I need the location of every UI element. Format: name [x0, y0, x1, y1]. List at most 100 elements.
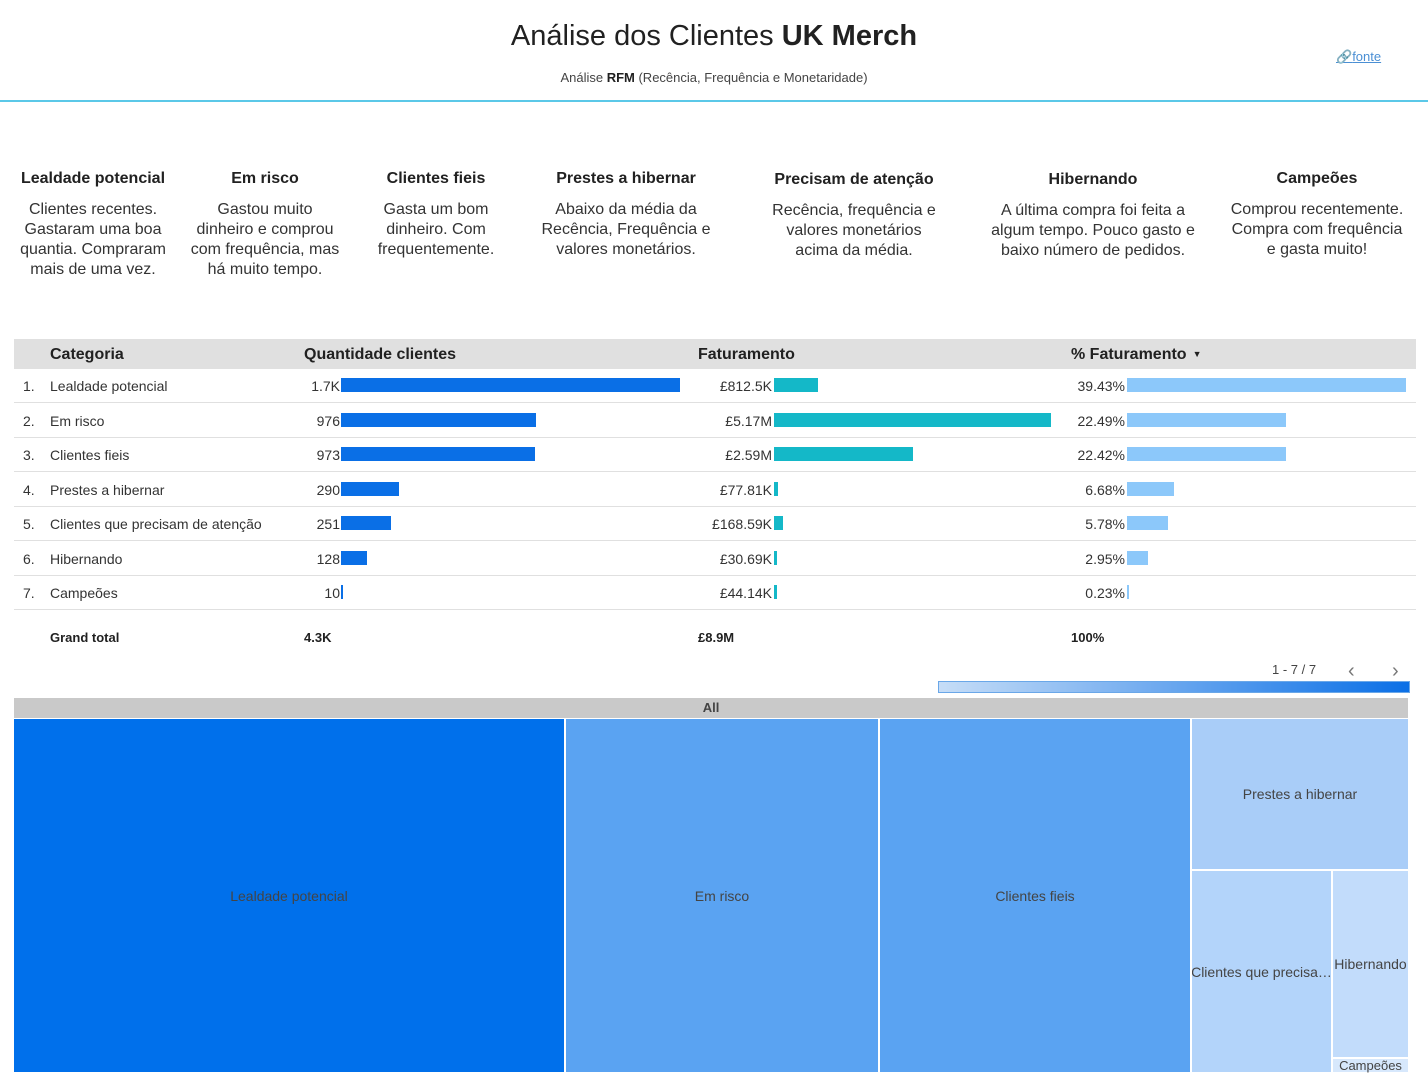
segment-card: Clientes fieis Gasta um bom dinheiro. Com f…: [361, 170, 511, 260]
col-header-pct-faturamento[interactable]: % Faturamento ▼: [1071, 346, 1202, 364]
row-categoria: Clientes que precisam de atenção: [50, 516, 262, 532]
table-row[interactable]: 2. Em risco 976 £5.17M 22.49%: [14, 404, 1416, 438]
segment-card: Precisam de atenção Recência, frequência …: [754, 171, 954, 261]
row-index: 2.: [23, 412, 35, 429]
treemap-tile-label: Prestes a hibernar: [1242, 786, 1358, 802]
quantidade-bar: [341, 378, 680, 392]
table-row[interactable]: 1. Lealdade potencial 1.7K £812.5K 39.43%: [14, 369, 1416, 403]
segment-card: Em risco Gastou muito dinheiro e comprou co…: [178, 170, 353, 280]
row-index: 3.: [23, 447, 35, 463]
row-faturamento: £812.5K: [719, 378, 772, 394]
row-quantidade: 128: [316, 550, 340, 567]
faturamento-bar: [774, 481, 779, 496]
segment-title: Hibernando: [1048, 171, 1138, 188]
treemap-tile[interactable]: Clientes que precisa…: [1192, 871, 1331, 1072]
faturamento-bar: [774, 585, 777, 599]
pct-faturamento-bar: [1127, 516, 1168, 530]
row-index: 4.: [23, 481, 35, 498]
report-header: Análise dos Clientes UK Merch Análise RF…: [0, 0, 1428, 102]
treemap-tile-label: Campeões: [1339, 1058, 1402, 1073]
treemap-tile-label: Clientes fieis: [995, 887, 1075, 904]
table-row[interactable]: 5. Clientes que precisam de atenção 251 £16…: [14, 507, 1416, 541]
row-pct-faturamento: 5.78%: [1085, 516, 1125, 532]
faturamento-bar: [774, 550, 777, 565]
quantidade-bar: [341, 481, 399, 496]
row-faturamento: £2.59M: [725, 447, 772, 463]
row-quantidade: 251: [316, 516, 340, 532]
faturamento-bar: [774, 412, 1051, 427]
segment-description: Clientes recentes. Gastaram uma boa quanti…: [20, 201, 166, 278]
grand-total-row: Grand total 4.3K £8.9M 100%: [14, 626, 1416, 650]
faturamento-bar: [774, 378, 818, 392]
row-quantidade: 290: [316, 481, 340, 498]
pct-faturamento-bar: [1127, 585, 1129, 599]
segment-description: Gastou muito dinheiro e comprou com frequê…: [190, 201, 340, 278]
row-faturamento: £77.81K: [719, 481, 772, 498]
row-categoria: Clientes fieis: [50, 447, 130, 463]
col-header-categoria[interactable]: Categoria: [50, 346, 124, 364]
range-slider[interactable]: [938, 681, 1410, 693]
total-quantidade: 4.3K: [304, 630, 332, 645]
row-pct-faturamento: 39.43%: [1077, 378, 1125, 394]
segment-title: Prestes a hibernar: [556, 170, 696, 187]
treemap-tile[interactable]: Clientes fieis: [880, 719, 1190, 1072]
row-index: 7.: [23, 585, 35, 601]
row-faturamento: £44.14K: [719, 585, 772, 601]
page-title: Análise dos Clientes UK Merch: [510, 20, 918, 52]
segment-description: Abaixo da média da Recência, Frequência e…: [541, 201, 711, 258]
table-row[interactable]: 6. Hibernando 128 £30.69K 2.95%: [14, 542, 1416, 576]
col-header-faturamento[interactable]: Faturamento: [698, 346, 795, 364]
row-pct-faturamento: 0.23%: [1085, 585, 1125, 601]
segment-description: A última compra foi feita a algum tempo. …: [991, 202, 1195, 259]
treemap-tile[interactable]: Lealdade potencial: [14, 719, 564, 1072]
pct-faturamento-bar: [1127, 481, 1175, 496]
row-faturamento: £168.59K: [712, 516, 772, 532]
total-label: Grand total: [50, 630, 120, 645]
quantidade-bar: [341, 412, 536, 427]
segment-title: Campeões: [1276, 170, 1358, 187]
segment-title: Precisam de atenção: [774, 171, 934, 188]
total-pct: 100%: [1071, 630, 1105, 645]
row-categoria: Prestes a hibernar: [50, 481, 165, 498]
segment-title: Clientes fieis: [386, 170, 486, 187]
pct-faturamento-bar: [1127, 447, 1286, 461]
table-row[interactable]: 4. Prestes a hibernar 290 £77.81K 6.68%: [14, 473, 1416, 507]
table-row[interactable]: 7. Campeões 10 £44.14K 0.23%: [14, 576, 1416, 610]
chevron-left-icon[interactable]: ‹: [1348, 660, 1355, 683]
row-quantidade: 10: [324, 585, 340, 601]
segment-title: Lealdade potencial: [20, 170, 166, 187]
col-header-quantidade[interactable]: Quantidade clientes: [304, 346, 456, 364]
table-header: Categoria Quantidade clientes Faturament…: [14, 339, 1416, 369]
treemap-tile-label: Hibernando: [1334, 956, 1407, 972]
treemap-tile[interactable]: Campeões: [1333, 1059, 1408, 1072]
segment-description: Gasta um bom dinheiro. Com frequentemente.: [377, 201, 495, 258]
quantidade-bar: [341, 447, 536, 461]
caret-down-icon: ▼: [1192, 349, 1202, 359]
quantidade-bar: [341, 516, 392, 530]
chevron-right-icon[interactable]: ›: [1392, 660, 1399, 683]
treemap-root-label[interactable]: All: [14, 698, 1408, 718]
quantidade-bar: [341, 550, 367, 565]
treemap-tile[interactable]: Em risco: [566, 719, 878, 1072]
segment-title: Em risco: [231, 170, 299, 187]
table-row[interactable]: 3. Clientes fieis 973 £2.59M 22.42%: [14, 438, 1416, 472]
row-pct-faturamento: 22.42%: [1077, 447, 1125, 463]
treemap-tile[interactable]: Prestes a hibernar: [1192, 719, 1408, 869]
treemap-tile[interactable]: Hibernando: [1333, 871, 1408, 1057]
treemap-tile-label: Em risco: [694, 887, 750, 904]
row-pct-faturamento: 22.49%: [1077, 412, 1125, 429]
row-index: 5.: [23, 516, 35, 532]
segment-description: Comprou recentemente. Compra com frequênc…: [1230, 201, 1404, 258]
row-pct-faturamento: 2.95%: [1085, 550, 1125, 567]
row-categoria: Hibernando: [50, 550, 123, 567]
total-faturamento: £8.9M: [698, 630, 735, 645]
page-subtitle: Análise RFM (Recência, Frequência e Mone…: [560, 70, 868, 85]
row-quantidade: 976: [316, 412, 340, 429]
treemap-tile-label: Clientes que precisa…: [1192, 963, 1331, 980]
row-categoria: Campeões: [50, 585, 118, 601]
pct-faturamento-bar: [1127, 412, 1287, 427]
quantidade-bar: [341, 585, 343, 599]
fonte-link[interactable]: 🔗fonte: [1336, 49, 1381, 65]
treemap-tile-label: Lealdade potencial: [230, 887, 348, 904]
row-faturamento: £5.17M: [725, 412, 772, 429]
